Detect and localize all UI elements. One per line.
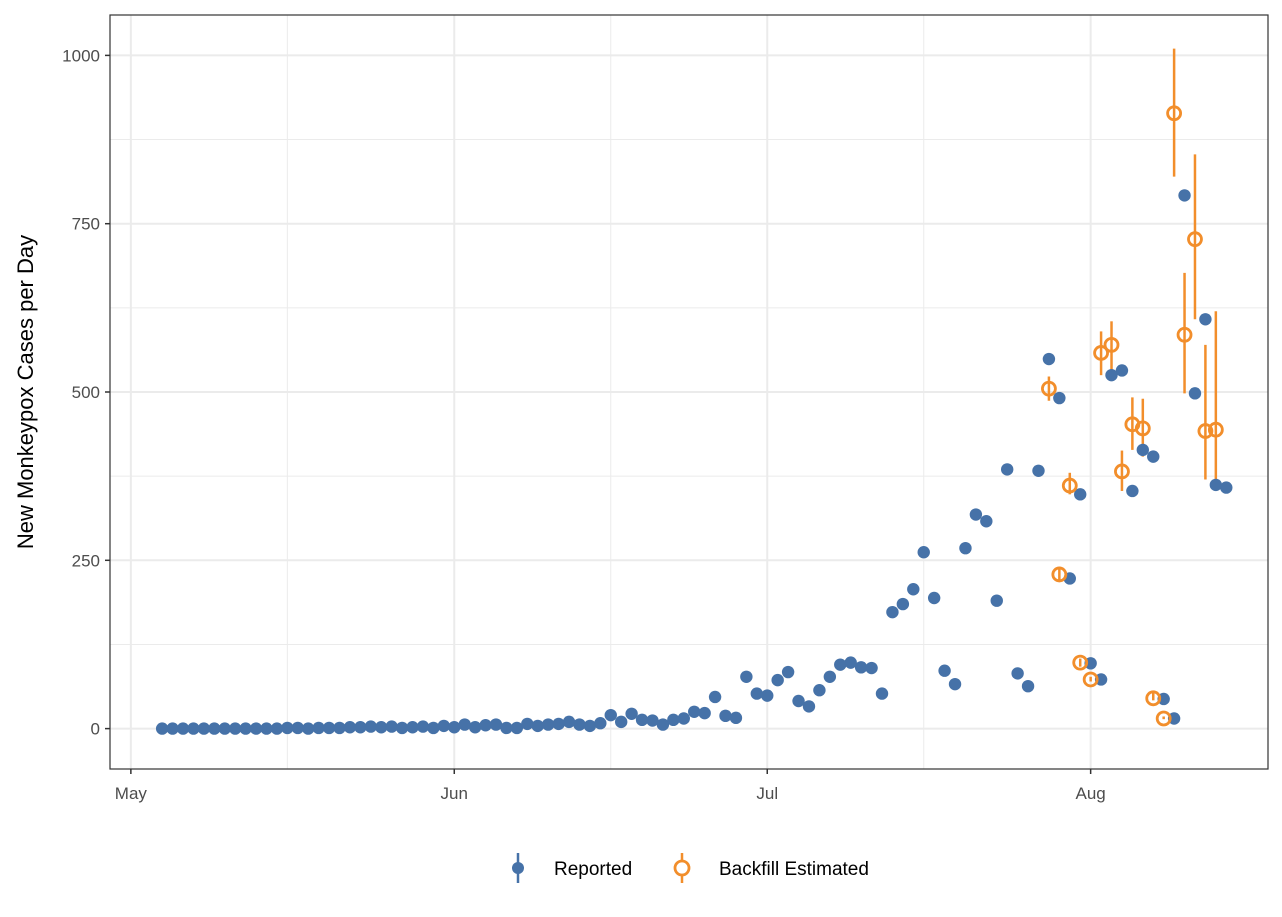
reported-point <box>688 705 701 718</box>
reported-point <box>1126 484 1139 498</box>
reported-point <box>458 718 471 731</box>
reported-point <box>594 717 607 730</box>
reported-point <box>1178 189 1191 202</box>
reported-point <box>1042 352 1056 366</box>
reported-point <box>781 665 795 679</box>
x-tick-label: May <box>115 784 148 803</box>
reported-point <box>761 689 774 702</box>
reported-point <box>750 687 764 700</box>
reported-point <box>1011 667 1024 680</box>
reported-point <box>917 546 930 559</box>
reported-point <box>677 712 690 725</box>
reported-point <box>614 715 628 729</box>
reported-point <box>531 719 544 733</box>
reported-point <box>927 591 941 605</box>
reported-point <box>802 700 816 713</box>
reported-point <box>416 720 430 733</box>
reported-point <box>1199 313 1212 326</box>
reported-point <box>1000 463 1014 476</box>
x-tick-label: Jun <box>441 784 468 803</box>
y-tick-label: 250 <box>72 551 100 570</box>
reported-point <box>1147 450 1160 463</box>
reported-point <box>969 508 983 521</box>
reported-point <box>708 690 722 704</box>
y-tick-label: 750 <box>72 215 100 234</box>
legend-backfill-label: Backfill Estimated <box>719 859 869 880</box>
x-tick-label: Aug <box>1076 784 1106 803</box>
reported-point <box>667 713 680 727</box>
y-tick-label: 500 <box>72 383 100 402</box>
reported-point <box>427 721 440 735</box>
reported-point <box>1032 464 1045 477</box>
reported-point <box>385 720 398 733</box>
reported-point <box>834 658 847 671</box>
y-axis-title: New Monkeypox Cases per Day <box>13 235 38 549</box>
reported-point <box>907 583 920 596</box>
reported-point <box>990 594 1003 607</box>
reported-point <box>1021 679 1035 693</box>
reported-point <box>813 684 826 697</box>
reported-point <box>583 719 597 733</box>
reported-point <box>1188 387 1202 400</box>
reported-point <box>1209 478 1223 492</box>
reported-point <box>959 541 972 555</box>
chart: 0 250 500 750 1000 May Jun Jul Aug New Monkeypo… <box>0 0 1282 917</box>
reported-point <box>886 605 899 619</box>
reported-point <box>875 687 889 700</box>
x-tick-label: Jul <box>756 784 778 803</box>
reported-point <box>865 661 878 675</box>
reported-point <box>1115 364 1129 377</box>
reported-point <box>604 708 617 722</box>
reported-point <box>573 718 586 731</box>
reported-point <box>625 707 638 720</box>
reported-point <box>562 715 576 729</box>
reported-point <box>980 515 993 528</box>
reported-point <box>1136 443 1150 457</box>
reported-point <box>823 670 837 683</box>
legend-reported-label: Reported <box>554 859 632 880</box>
reported-point <box>698 706 711 720</box>
reported-point <box>437 719 451 733</box>
reported-point <box>729 711 743 725</box>
reported-point <box>771 673 784 687</box>
reported-point <box>938 664 951 677</box>
reported-point <box>448 721 461 734</box>
reported-point <box>719 709 732 723</box>
reported-point <box>1053 391 1066 405</box>
y-tick-label: 0 <box>91 720 100 739</box>
legend-reported-marker <box>512 862 524 874</box>
legend-backfill-marker <box>673 859 691 877</box>
reported-point <box>552 717 565 731</box>
reported-point <box>521 717 534 731</box>
reported-point <box>1220 481 1233 494</box>
reported-point <box>740 670 753 683</box>
y-tick-label: 1000 <box>62 46 100 65</box>
reported-point <box>468 721 482 734</box>
reported-point <box>896 597 910 611</box>
reported-point <box>948 677 962 691</box>
